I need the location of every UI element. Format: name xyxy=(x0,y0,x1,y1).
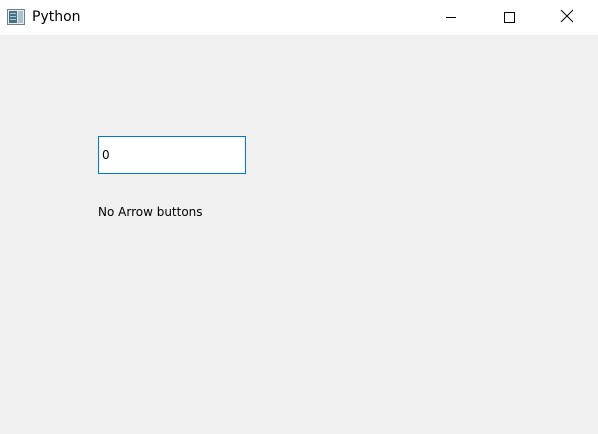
client-area: No Arrow buttons xyxy=(0,35,598,434)
minimize-icon xyxy=(445,8,457,27)
app-window: Python No Arr xyxy=(0,0,598,434)
no-arrow-buttons-label: No Arrow buttons xyxy=(98,205,203,219)
title-bar[interactable]: Python xyxy=(0,0,598,35)
window-title: Python xyxy=(32,9,81,25)
python-app-icon xyxy=(7,9,25,25)
maximize-button[interactable] xyxy=(486,0,532,35)
spinbox-input[interactable] xyxy=(98,136,246,174)
close-icon xyxy=(560,8,574,27)
maximize-icon xyxy=(503,8,515,27)
close-button[interactable] xyxy=(544,0,590,35)
minimize-button[interactable] xyxy=(428,0,474,35)
